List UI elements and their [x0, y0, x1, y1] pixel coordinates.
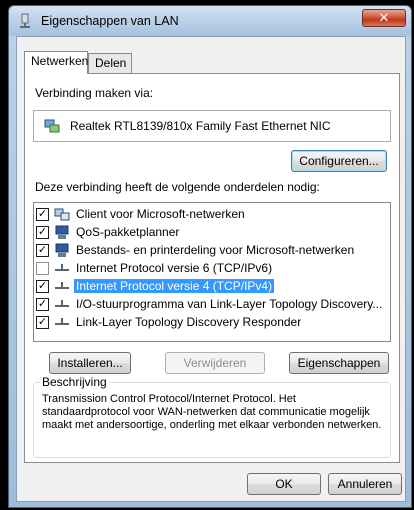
list-item[interactable]: ✓ I/O-stuurprogramma van Link-Layer Topo… — [36, 296, 384, 312]
list-item[interactable]: Internet Protocol versie 6 (TCP/IPv6) — [36, 260, 274, 276]
protocol-icon — [55, 282, 69, 289]
protocol-icon — [55, 300, 69, 307]
tab-networks[interactable]: Netwerken — [24, 51, 88, 74]
dialog-client-area: Netwerken Delen Verbinding maken via: Re… — [16, 36, 406, 502]
protocol-icon — [55, 318, 69, 325]
checkbox[interactable]: ✓ — [36, 243, 49, 257]
checkbox[interactable]: ✓ — [36, 207, 49, 221]
tab-sharing[interactable]: Delen — [88, 53, 132, 73]
item-label: I/O-stuurprogramma van Link-Layer Topolo… — [76, 297, 383, 311]
adapter-name: Realtek RTL8139/810x Family Fast Etherne… — [70, 119, 331, 133]
list-item-selected[interactable]: ✓ Internet Protocol versie 4 (TCP/IPv4) — [36, 278, 275, 294]
client-icon — [54, 208, 70, 221]
components-list[interactable]: ✓ Client voor Microsoft-netwerken ✓ QoS-… — [33, 202, 391, 342]
close-button[interactable]: ✕ — [362, 9, 406, 27]
outer-frame: Eigenschappen van LAN ✕ Netwerken Delen … — [0, 0, 414, 510]
install-button[interactable]: Installeren... — [49, 352, 131, 374]
service-icon — [55, 243, 69, 257]
description-title: Beschrijving — [40, 375, 109, 389]
cancel-button[interactable]: Annuleren — [328, 473, 402, 495]
item-label: Link-Layer Topology Discovery Responder — [76, 315, 302, 329]
adapter-box: Realtek RTL8139/810x Family Fast Etherne… — [33, 110, 391, 142]
title-bar[interactable]: Eigenschappen van LAN ✕ — [9, 6, 411, 36]
network-connection-icon — [20, 13, 30, 28]
item-label: Internet Protocol versie 6 (TCP/IPv6) — [76, 261, 273, 275]
checkbox[interactable]: ✓ — [36, 297, 49, 311]
item-label: QoS-pakketplanner — [76, 225, 180, 239]
uninstall-button[interactable]: Verwijderen — [165, 352, 265, 374]
ok-button[interactable]: OK — [247, 473, 321, 495]
item-label: Bestands- en printerdeling voor Microsof… — [76, 243, 355, 257]
description-text: Transmission Control Protocol/Internet P… — [42, 393, 382, 431]
service-icon — [55, 225, 69, 239]
list-item[interactable]: ✓ Link-Layer Topology Discovery Responde… — [36, 314, 303, 330]
checkbox[interactable]: ✓ — [36, 225, 49, 239]
checkbox[interactable]: ✓ — [36, 279, 49, 293]
properties-dialog: Eigenschappen van LAN ✕ Netwerken Delen … — [8, 5, 412, 508]
item-label: Internet Protocol versie 4 (TCP/IPv4) — [74, 279, 275, 293]
list-item[interactable]: ✓ Client voor Microsoft-netwerken — [36, 206, 247, 222]
connect-via-label: Verbinding maken via: — [35, 86, 154, 100]
configure-button[interactable]: Configureren... — [291, 150, 387, 172]
components-label: Deze verbinding heeft de volgende onderd… — [35, 180, 320, 194]
item-label: Client voor Microsoft-netwerken — [76, 207, 245, 221]
list-item[interactable]: ✓ Bestands- en printerdeling voor Micros… — [36, 242, 356, 258]
network-adapter-icon — [44, 119, 60, 133]
protocol-icon — [55, 264, 69, 271]
checkbox[interactable] — [36, 261, 49, 275]
networks-panel: Verbinding maken via: Realtek RTL8139/81… — [24, 73, 400, 463]
description-group: Beschrijving Transmission Control Protoc… — [33, 375, 391, 458]
list-item[interactable]: ✓ QoS-pakketplanner — [36, 224, 181, 240]
properties-button[interactable]: Eigenschappen — [289, 352, 389, 374]
window-title: Eigenschappen van LAN — [41, 14, 179, 28]
checkbox[interactable]: ✓ — [36, 315, 49, 329]
